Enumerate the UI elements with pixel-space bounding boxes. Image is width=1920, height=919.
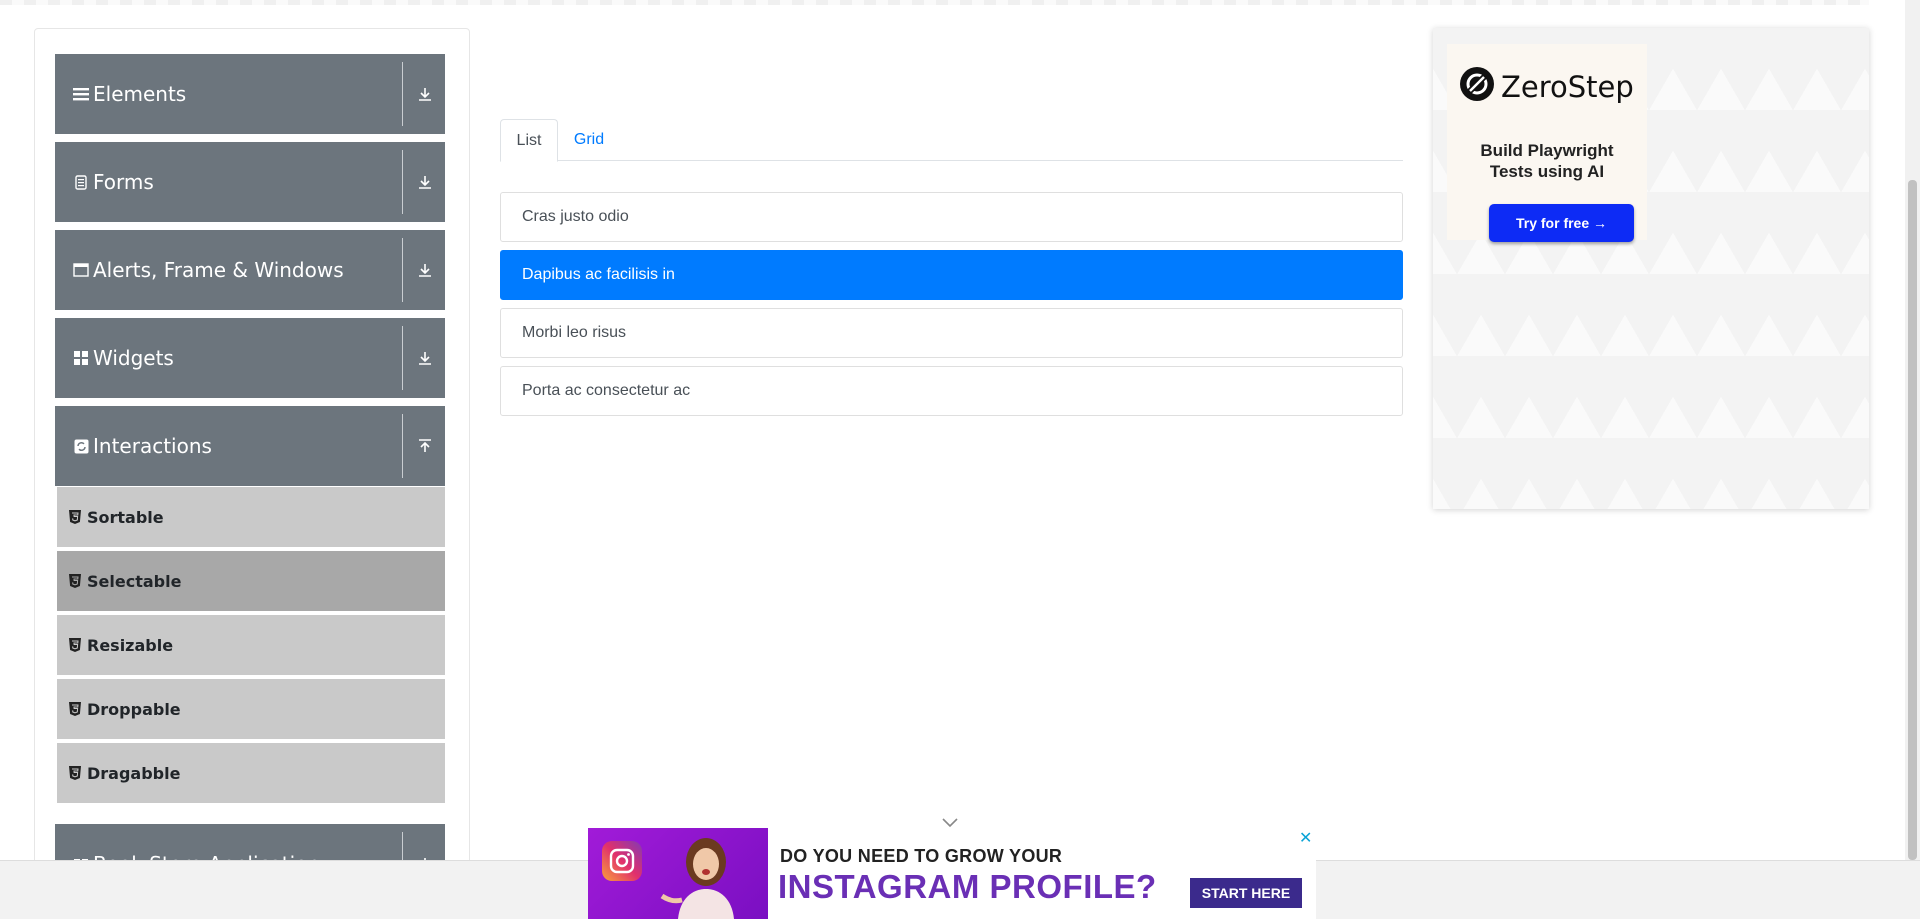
download-icon[interactable] (415, 260, 435, 280)
sidebar-item-label: Dragabble (87, 763, 181, 783)
download-icon[interactable] (415, 172, 435, 192)
selectable-list: Cras justo odio Dapibus ac facilisis in … (500, 192, 1403, 424)
zerostep-logo-icon (1459, 66, 1495, 107)
sidebar-group-label: Widgets (93, 346, 174, 370)
sidebar-group-alerts[interactable]: Alerts, Frame & Windows (55, 230, 445, 310)
sidebar-group-label: Alerts, Frame & Windows (93, 258, 344, 282)
sidebar-item-resizable[interactable]: Resizable (57, 615, 445, 677)
sidebar-item-dragabble[interactable]: Dragabble (57, 743, 445, 805)
sidebar-group-elements[interactable]: Elements (55, 54, 445, 134)
sidebar-item-label: Resizable (87, 635, 174, 655)
right-ad-banner: ZeroStep Build Playwright Tests using AI… (1433, 28, 1869, 509)
sidebar-group-interactions[interactable]: Interactions (55, 406, 445, 486)
html5-icon (69, 702, 81, 716)
html5-icon (69, 766, 81, 780)
group-divider (402, 150, 403, 214)
zerostep-tagline-line1: Build Playwright (1480, 141, 1614, 160)
list-item[interactable]: Porta ac consectetur ac (500, 366, 1403, 416)
grid-icon (73, 350, 89, 366)
sidebar-group-forms[interactable]: Forms (55, 142, 445, 222)
html5-icon (69, 510, 81, 524)
tab-grid[interactable]: Grid (560, 119, 618, 161)
group-divider (402, 414, 403, 478)
tab-list[interactable]: List (500, 119, 558, 162)
sidebar-item-label: Droppable (87, 699, 181, 719)
sidebar-group-label: Forms (93, 170, 154, 194)
page-scrollbar[interactable] (1905, 0, 1920, 860)
sidebar-group-label: Interactions (93, 434, 212, 458)
download-icon[interactable] (415, 348, 435, 368)
sidebar-item-selectable[interactable]: Selectable (57, 551, 445, 613)
ad-headline-line1: DO YOU NEED TO GROW YOUR (780, 846, 1063, 866)
list-item[interactable]: Cras justo odio (500, 192, 1403, 242)
scrollbar-thumb[interactable] (1908, 180, 1917, 860)
zerostep-brand: ZeroStep (1501, 69, 1634, 104)
left-sidebar: Elements Forms Alerts, Frame & Windows W… (34, 28, 470, 919)
chevron-down-icon[interactable] (940, 816, 960, 828)
sidebar-item-sortable[interactable]: Sortable (57, 487, 445, 549)
zerostep-ad-card[interactable]: ZeroStep Build Playwright Tests using AI… (1447, 44, 1647, 242)
html5-icon (69, 574, 81, 588)
zerostep-tagline-line2: Tests using AI (1489, 162, 1605, 181)
ad-image-panel (588, 828, 768, 919)
start-here-button[interactable]: START HERE (1190, 878, 1302, 908)
group-divider (402, 62, 403, 126)
document-icon (73, 174, 89, 190)
sidebar-item-label: Sortable (87, 507, 164, 527)
hamburger-icon (73, 86, 89, 102)
woman-image (658, 834, 748, 919)
group-divider (402, 326, 403, 390)
download-icon[interactable] (415, 84, 435, 104)
sidebar-item-label: Selectable (87, 571, 182, 591)
list-item-selected[interactable]: Dapibus ac facilisis in (500, 250, 1403, 300)
zerostep-logo: ZeroStep (1459, 66, 1634, 107)
group-divider (402, 238, 403, 302)
instagram-ad-banner[interactable]: DO YOU NEED TO GROW YOUR INSTAGRAM PROFI… (588, 828, 1316, 919)
html5-icon (69, 638, 81, 652)
instagram-icon (602, 841, 642, 881)
ad-headline-line2: INSTAGRAM PROFILE? (778, 868, 1157, 905)
top-strip (0, 0, 1869, 5)
try-for-free-button[interactable]: Try for free → (1489, 204, 1634, 242)
refresh-icon (73, 438, 89, 454)
upload-icon[interactable] (415, 436, 435, 456)
view-tabs: List Grid (500, 119, 1403, 162)
window-icon (73, 262, 89, 278)
sidebar-group-widgets[interactable]: Widgets (55, 318, 445, 398)
zerostep-tagline: Build Playwright Tests using AI (1447, 140, 1647, 182)
list-item[interactable]: Morbi leo risus (500, 308, 1403, 358)
sidebar-group-label: Elements (93, 82, 187, 106)
ad-close-icon[interactable]: ✕ (1299, 828, 1312, 848)
sidebar-item-droppable[interactable]: Droppable (57, 679, 445, 741)
